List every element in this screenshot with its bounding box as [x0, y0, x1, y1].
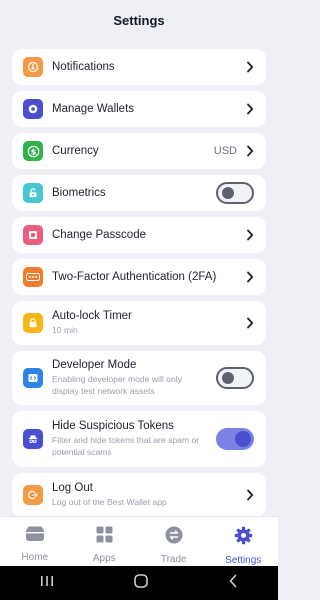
- setting-biometrics: Biometrics: [12, 175, 266, 211]
- trade-icon: [165, 526, 183, 549]
- chevron-right-icon: [244, 317, 254, 329]
- tab-home[interactable]: Home: [0, 517, 70, 567]
- chevron-right-icon: [244, 271, 254, 283]
- setting-hide-suspicious-tokens: Hide Suspicious Tokens Filter and hide t…: [12, 411, 266, 467]
- setting-label: Developer Mode: [52, 359, 137, 371]
- chevron-right-icon: [244, 145, 254, 157]
- setting-label: Biometrics: [52, 187, 106, 199]
- developer-mode-toggle[interactable]: [216, 367, 254, 389]
- setting-developer-mode: Developer Mode Enabling developer mode w…: [12, 351, 266, 405]
- tab-trade[interactable]: Trade: [139, 517, 209, 567]
- tab-apps[interactable]: Apps: [70, 517, 140, 567]
- tab-label: Trade: [160, 554, 187, 565]
- setting-label: Auto-lock Timer: [52, 310, 132, 322]
- chevron-right-icon: [244, 61, 254, 73]
- home-icon: [25, 526, 45, 547]
- spy-icon: [23, 429, 43, 449]
- setting-notifications[interactable]: Notifications: [12, 49, 266, 85]
- dollar-icon: $: [23, 141, 43, 161]
- tab-label: Home: [21, 552, 49, 563]
- recents-icon[interactable]: [40, 574, 54, 592]
- tab-label: Settings: [225, 555, 262, 566]
- settings-list: Notifications Manage Wallets $ Currency …: [12, 49, 266, 523]
- setting-change-passcode[interactable]: Change Passcode: [12, 217, 266, 253]
- setting-sublabel: Filter and hide tokens that are spam or …: [52, 435, 200, 457]
- setting-sublabel: Log out of the Best Wallet app: [52, 497, 167, 507]
- setting-label: Log Out: [52, 482, 93, 494]
- svg-text:$: $: [30, 147, 36, 156]
- toggle-knob: [235, 431, 251, 447]
- biometrics-toggle[interactable]: [216, 182, 254, 204]
- code-icon: [23, 368, 43, 388]
- logout-icon: [23, 485, 43, 505]
- wallet-icon: [23, 99, 43, 119]
- clock-icon: [23, 313, 43, 333]
- currency-value: USD: [213, 145, 237, 157]
- setting-label: Two-Factor Authentication (2FA): [52, 271, 217, 283]
- chevron-right-icon: [244, 103, 254, 115]
- toggle-knob: [222, 187, 234, 199]
- setting-sublabel: Enabling developer mode will only displa…: [52, 374, 182, 396]
- bottom-tab-bar: Home Apps Trade Settings: [0, 516, 278, 567]
- chevron-right-icon: [244, 229, 254, 241]
- system-navigation-bar: [0, 566, 278, 600]
- gear-icon: [234, 526, 253, 550]
- setting-currency[interactable]: $ Currency USD: [12, 133, 266, 169]
- tab-settings[interactable]: Settings: [209, 517, 279, 567]
- dots-icon: [23, 267, 43, 287]
- bell-icon: [23, 57, 43, 77]
- chevron-right-icon: [244, 489, 254, 501]
- setting-sublabel: 10 min: [52, 325, 78, 335]
- setting-label: Hide Suspicious Tokens: [52, 420, 174, 432]
- setting-two-factor-auth[interactable]: Two-Factor Authentication (2FA): [12, 259, 266, 295]
- hide-suspicious-tokens-toggle[interactable]: [216, 428, 254, 450]
- passcode-icon: [23, 225, 43, 245]
- back-icon[interactable]: [228, 574, 238, 593]
- tab-label: Apps: [92, 553, 116, 564]
- toggle-knob: [222, 372, 234, 384]
- apps-icon: [96, 526, 113, 548]
- setting-manage-wallets[interactable]: Manage Wallets: [12, 91, 266, 127]
- setting-log-out[interactable]: Log Out Log out of the Best Wallet app: [12, 473, 266, 517]
- setting-label: Currency: [52, 145, 99, 157]
- home-button-icon[interactable]: [134, 573, 148, 593]
- setting-label: Change Passcode: [52, 229, 146, 241]
- setting-auto-lock-timer[interactable]: Auto-lock Timer 10 min: [12, 301, 266, 345]
- setting-label: Notifications: [52, 61, 115, 73]
- page-title: Settings: [113, 12, 165, 28]
- setting-label: Manage Wallets: [52, 103, 135, 115]
- lock-icon: [23, 183, 43, 203]
